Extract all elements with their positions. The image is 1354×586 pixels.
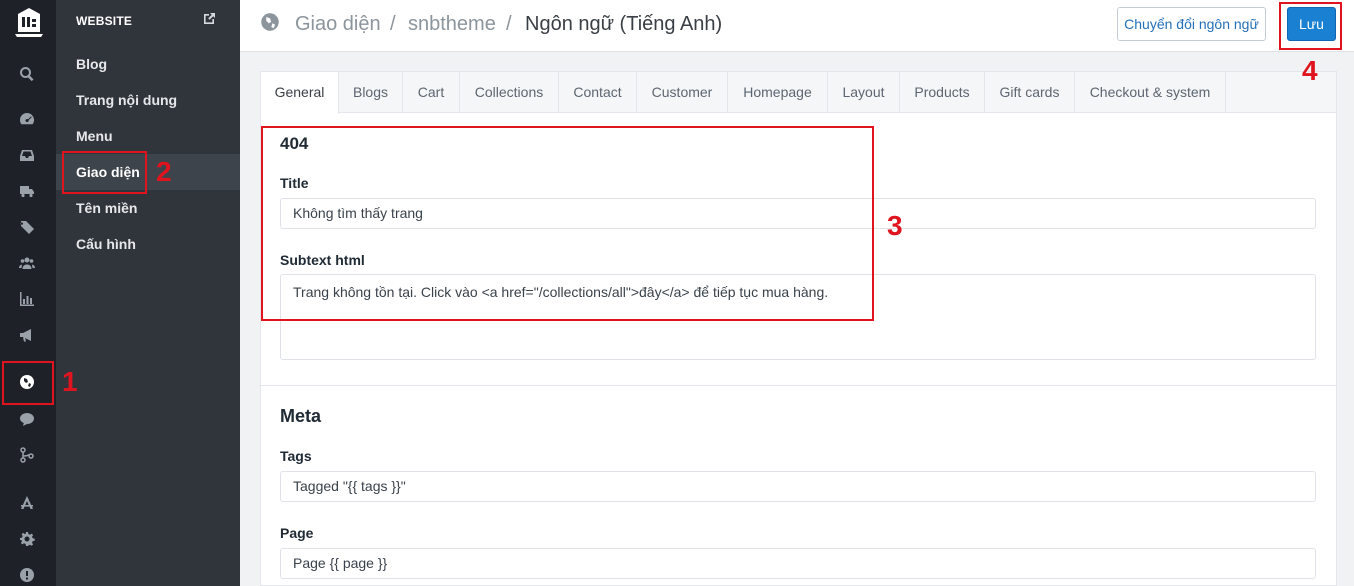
annotation-number-3: 3 [887, 210, 903, 241]
breadcrumb-theme-name[interactable]: snbtheme [408, 12, 496, 36]
annotation-box-3 [261, 126, 874, 321]
annotation-number-1: 1 [62, 366, 78, 397]
icon-rail [0, 0, 56, 586]
tab-general[interactable]: General [261, 72, 339, 114]
alert-icon[interactable] [16, 564, 38, 586]
tab-blogs[interactable]: Blogs [339, 72, 403, 113]
breadcrumb-separator: / [390, 13, 396, 35]
annotation-number-4: 4 [1302, 55, 1318, 86]
subnav-item-blog[interactable]: Blog [56, 46, 240, 82]
section-title-meta: Meta [280, 406, 322, 426]
tags-icon[interactable] [16, 216, 38, 238]
gear-icon[interactable] [16, 528, 38, 550]
tab-homepage[interactable]: Homepage [728, 72, 828, 113]
subnav-item-pages[interactable]: Trang nội dung [56, 82, 240, 118]
breadcrumb-separator: / [506, 13, 512, 35]
tags-input[interactable]: Tagged "{{ tags }}" [280, 471, 1316, 502]
search-icon[interactable] [16, 63, 38, 85]
tab-checkout-system[interactable]: Checkout & system [1075, 72, 1226, 113]
external-link-icon[interactable] [202, 12, 216, 26]
tab-contact[interactable]: Contact [559, 72, 637, 113]
tab-layout[interactable]: Layout [828, 72, 900, 113]
tab-gift-cards[interactable]: Gift cards [985, 72, 1075, 113]
subnav-item-settings[interactable]: Cấu hình [56, 226, 240, 262]
switch-language-button[interactable]: Chuyển đổi ngôn ngữ [1117, 7, 1266, 41]
tab-products[interactable]: Products [900, 72, 985, 113]
truck-icon[interactable] [16, 180, 38, 202]
inbox-icon[interactable] [16, 144, 38, 166]
annotation-box-2 [62, 151, 147, 194]
website-subnav: WEBSITE Blog Trang nội dung Menu Giao di… [56, 0, 240, 586]
page-header: Giao diện / snbtheme / Ngôn ngữ (Tiếng A… [240, 0, 1354, 52]
dashboard-icon[interactable] [16, 108, 38, 130]
annotation-box-1 [2, 361, 54, 405]
breadcrumb-themes[interactable]: Giao diện [295, 12, 381, 36]
page-title: Ngôn ngữ (Tiếng Anh) [525, 13, 723, 35]
logo-icon[interactable] [12, 6, 46, 38]
chat-icon[interactable] [16, 408, 38, 430]
megaphone-icon[interactable] [16, 324, 38, 346]
page-label: Page [280, 525, 314, 541]
locale-tabs: General Blogs Cart Collections Contact C… [261, 72, 1336, 114]
bar-chart-icon[interactable] [16, 288, 38, 310]
tab-cart[interactable]: Cart [403, 72, 460, 113]
annotation-box-4 [1279, 2, 1342, 50]
page-input[interactable]: Page {{ page }} [280, 548, 1316, 579]
globe-icon [260, 12, 280, 32]
annotation-number-2: 2 [156, 156, 172, 187]
tab-collections[interactable]: Collections [460, 72, 559, 113]
git-branch-icon[interactable] [16, 444, 38, 466]
apps-icon[interactable] [16, 492, 38, 514]
section-divider [261, 385, 1336, 386]
subnav-item-domains[interactable]: Tên miền [56, 190, 240, 226]
tab-customer[interactable]: Customer [637, 72, 728, 113]
tags-label: Tags [280, 448, 312, 464]
users-icon[interactable] [16, 252, 38, 274]
subnav-item-menu[interactable]: Menu [56, 118, 240, 154]
